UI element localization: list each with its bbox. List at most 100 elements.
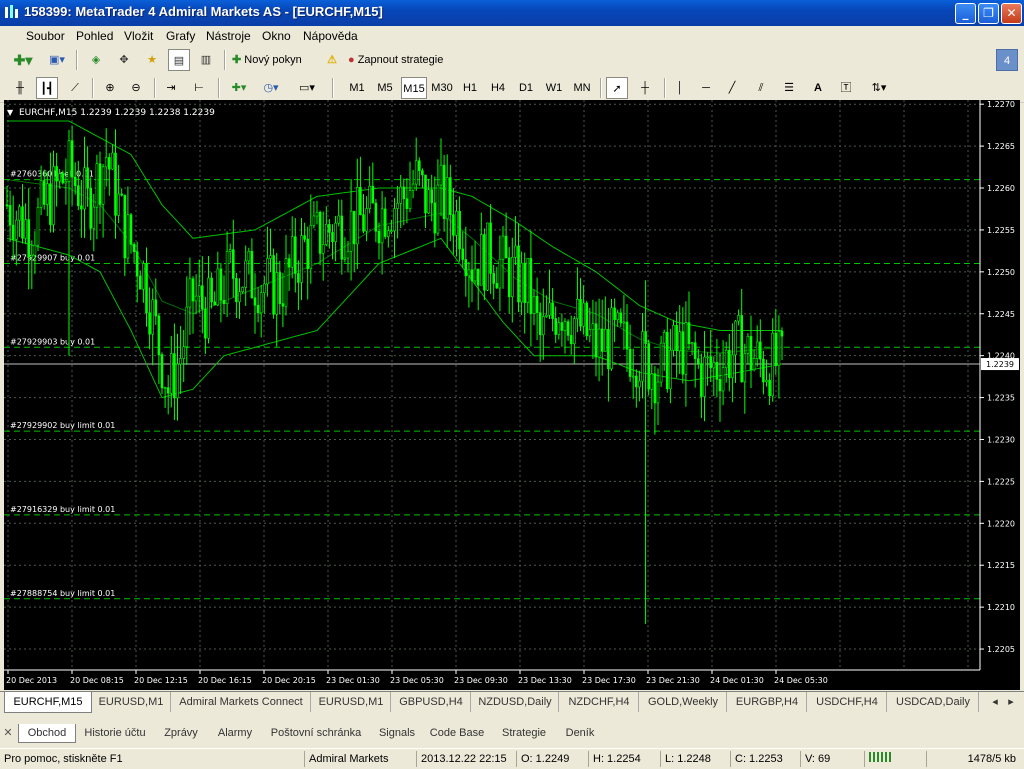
timeframe-h4[interactable]: H4: [486, 77, 510, 99]
chart-tabs: EURCHF,M15 EURUSD,M1 Admiral Markets Con…: [0, 691, 1024, 714]
trendline-icon[interactable]: ╱: [722, 77, 742, 99]
chart-shift-icon[interactable]: ⊢: [188, 77, 210, 99]
menu-napoveda[interactable]: Nápověda: [303, 29, 358, 43]
candle-body: [380, 208, 384, 244]
minimize-button[interactable]: _: [955, 3, 976, 24]
time-tick-label: 24 Dec 05:30: [774, 676, 828, 685]
tab-postovni-schranka[interactable]: Poštovní schránka: [264, 724, 368, 742]
tab-zpravy[interactable]: Zprávy: [156, 724, 206, 742]
auto-scroll-icon[interactable]: ⇥: [160, 77, 182, 99]
warning-icon[interactable]: ⚠: [322, 49, 342, 71]
bar-chart-icon[interactable]: ╫: [10, 77, 30, 99]
time-tick-label: 23 Dec 21:30: [646, 676, 700, 685]
candle-body: [98, 163, 102, 205]
arrows-icon[interactable]: ⇅▾: [864, 77, 894, 99]
status-volume: V: 69: [800, 751, 862, 767]
tab-nzdusd-daily[interactable]: NZDUSD,Daily: [472, 692, 559, 712]
fibonacci-icon[interactable]: ☰: [778, 77, 800, 99]
candle-body: [77, 185, 80, 206]
candle-body: [352, 210, 356, 245]
tester-icon[interactable]: ▥: [196, 49, 216, 71]
candle-body: [634, 375, 638, 388]
tabs-scroll-right-icon[interactable]: ▸: [1004, 692, 1018, 712]
zoom-in-icon[interactable]: ⊕: [100, 77, 120, 99]
autotrading-button[interactable]: ● Zapnout strategie: [348, 49, 464, 71]
text-label-icon[interactable]: 🅃: [836, 77, 856, 99]
horizontal-line-icon[interactable]: ─: [696, 77, 716, 99]
timeframe-m30[interactable]: M30: [430, 77, 454, 99]
menu-pohled[interactable]: Pohled: [76, 29, 113, 43]
status-high: H: 1.2254: [588, 751, 658, 767]
tab-signals[interactable]: Signals: [372, 724, 422, 742]
notification-badge[interactable]: 4: [996, 49, 1018, 71]
timeframe-mn[interactable]: MN: [570, 77, 594, 99]
vertical-line-icon[interactable]: │: [670, 77, 690, 99]
menu-vlozit[interactable]: Vložit: [124, 29, 153, 43]
tab-usdcad-daily[interactable]: USDCAD,Daily: [888, 692, 979, 712]
terminal-handle-icon[interactable]: ✕: [2, 724, 14, 742]
time-tick-label: 23 Dec 09:30: [454, 676, 508, 685]
timeframe-h1[interactable]: H1: [458, 77, 482, 99]
tab-admiral-markets-connect[interactable]: Admiral Markets Connect: [172, 692, 311, 712]
tab-denik[interactable]: Deník: [558, 724, 602, 742]
new-chart-icon[interactable]: ✚▾: [8, 49, 38, 71]
crosshair-icon[interactable]: ┼: [634, 77, 656, 99]
chart-window[interactable]: #27603601 sell 0.01 #27929907 buy 0.01 #27…: [4, 100, 1020, 690]
restore-button[interactable]: ❐: [978, 3, 999, 24]
tab-historie-uctu[interactable]: Historie účtu: [78, 724, 152, 742]
menu-nastroje[interactable]: Nástroje: [206, 29, 251, 43]
market-watch-icon[interactable]: ◈: [86, 49, 106, 71]
candle-body: [126, 214, 130, 259]
tab-strategie[interactable]: Strategie: [494, 724, 554, 742]
favorites-icon[interactable]: ★: [142, 49, 162, 71]
candlestick-chart-icon[interactable]: ┃┫: [36, 77, 58, 99]
candle-body: [340, 215, 344, 260]
line-chart-icon[interactable]: ⟋: [64, 77, 86, 99]
menu-soubor[interactable]: Soubor: [26, 29, 65, 43]
price-tick-label: 1.2215: [987, 561, 1015, 570]
tab-alarmy[interactable]: Alarmy: [210, 724, 260, 742]
tab-eurgbp-h4[interactable]: EURGBP,H4: [728, 692, 807, 712]
new-order-button[interactable]: ✚ Nový pokyn: [232, 49, 316, 71]
tab-eurusd-m1[interactable]: EURUSD,M1: [92, 692, 171, 712]
candle-body: [324, 224, 328, 245]
profiles-icon[interactable]: ▣▾: [44, 49, 70, 71]
tab-code-base[interactable]: Code Base: [426, 724, 488, 742]
candle-body: [24, 219, 27, 239]
menu-okno[interactable]: Okno: [262, 29, 291, 43]
candle-body: [492, 273, 496, 284]
tab-eurusd-m1-2[interactable]: EURUSD,M1: [312, 692, 391, 712]
templates-icon[interactable]: ▭▾: [292, 77, 322, 99]
candle-body: [297, 273, 300, 283]
zoom-out-icon[interactable]: ⊖: [126, 77, 146, 99]
menu-grafy[interactable]: Grafy: [166, 29, 195, 43]
navigator-icon[interactable]: ✥: [114, 49, 134, 71]
text-icon[interactable]: A: [808, 77, 828, 99]
cursor-icon[interactable]: ➚: [606, 77, 628, 99]
candle-body: [70, 140, 74, 178]
candle-body: [281, 303, 285, 307]
tab-usdchf-h4[interactable]: USDCHF,H4: [808, 692, 887, 712]
price-chart[interactable]: #27603601 sell 0.01 #27929907 buy 0.01 #27…: [4, 100, 1020, 690]
tab-gbpusd-h4[interactable]: GBPUSD,H4: [392, 692, 471, 712]
timeframe-d1[interactable]: D1: [514, 77, 538, 99]
timeframe-m1[interactable]: M1: [345, 77, 369, 99]
tab-nzdchf-h4[interactable]: NZDCHF,H4: [560, 692, 639, 712]
candle-body: [439, 164, 443, 186]
tab-gold-weekly[interactable]: GOLD,Weekly: [640, 692, 727, 712]
indicators-icon[interactable]: ✚▾: [226, 77, 252, 99]
close-button[interactable]: ✕: [1001, 3, 1022, 24]
timeframe-w1[interactable]: W1: [542, 77, 566, 99]
chart-header-arrow[interactable]: ▼: [7, 108, 14, 117]
timeframe-m5[interactable]: M5: [373, 77, 397, 99]
terminal-icon[interactable]: ▤: [168, 49, 190, 71]
timeframe-m15[interactable]: M15: [401, 77, 427, 99]
order-level-label: #27929902 buy limit 0.01: [10, 421, 115, 430]
tabs-scroll-left-icon[interactable]: ◂: [988, 692, 1002, 712]
candle-body: [73, 176, 77, 187]
periods-icon[interactable]: ◷▾: [258, 77, 284, 99]
tab-eurchf-m15[interactable]: EURCHF,M15: [4, 692, 92, 713]
status-datetime: 2013.12.22 22:15: [416, 751, 514, 767]
channel-icon[interactable]: ⫽: [750, 77, 772, 99]
tab-obchod[interactable]: Obchod: [18, 724, 76, 743]
